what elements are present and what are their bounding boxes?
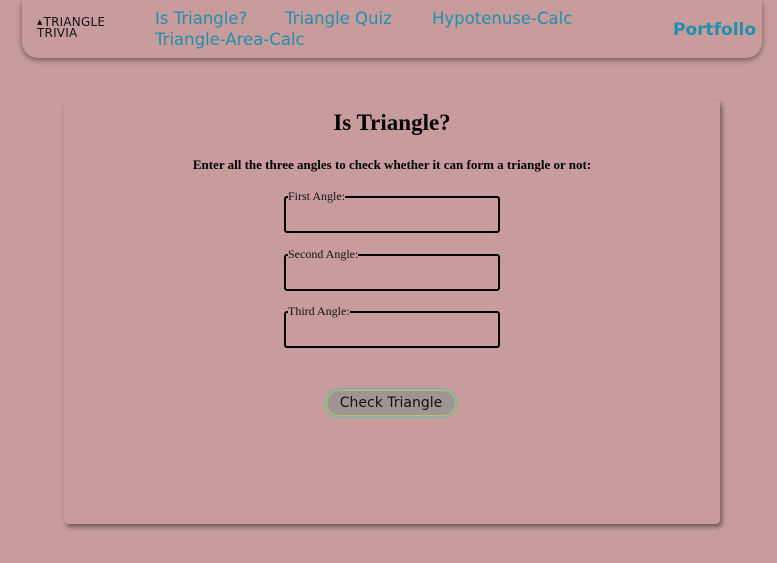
brand-logo[interactable]: ▲TRIANGLE TRIVIA xyxy=(37,16,105,40)
third-angle-fieldset: Third Angle: xyxy=(284,304,500,348)
main-card: Is Triangle? Enter all the three angles … xyxy=(64,100,720,524)
first-angle-label: First Angle: xyxy=(288,189,346,203)
third-angle-label: Third Angle: xyxy=(288,304,350,318)
third-angle-input[interactable] xyxy=(290,319,494,340)
nav-link-hypotenuse-calc[interactable]: Hypotenuse-Calc xyxy=(432,9,572,28)
first-angle-input[interactable] xyxy=(290,204,494,225)
navbar: ▲TRIANGLE TRIVIA Is Triangle? Triangle Q… xyxy=(22,0,762,58)
nav-link-is-triangle[interactable]: Is Triangle? xyxy=(155,9,247,28)
nav-link-triangle-area-calc[interactable]: Triangle-Area-Calc xyxy=(155,30,305,49)
second-angle-fieldset: Second Angle: xyxy=(284,247,500,291)
brand-line2: TRIVIA xyxy=(37,26,78,40)
second-angle-label: Second Angle: xyxy=(288,247,359,261)
check-triangle-button[interactable]: Check Triangle xyxy=(324,388,458,418)
second-angle-input[interactable] xyxy=(290,262,494,283)
portfolio-link[interactable]: Portfollo xyxy=(673,20,756,40)
page-title: Is Triangle? xyxy=(333,110,451,135)
nav-link-triangle-quiz[interactable]: Triangle Quiz xyxy=(285,9,392,28)
instructions-text: Enter all the three angles to check whet… xyxy=(192,157,592,172)
triangle-icon: ▲ xyxy=(37,18,43,26)
first-angle-fieldset: First Angle: xyxy=(284,189,500,233)
